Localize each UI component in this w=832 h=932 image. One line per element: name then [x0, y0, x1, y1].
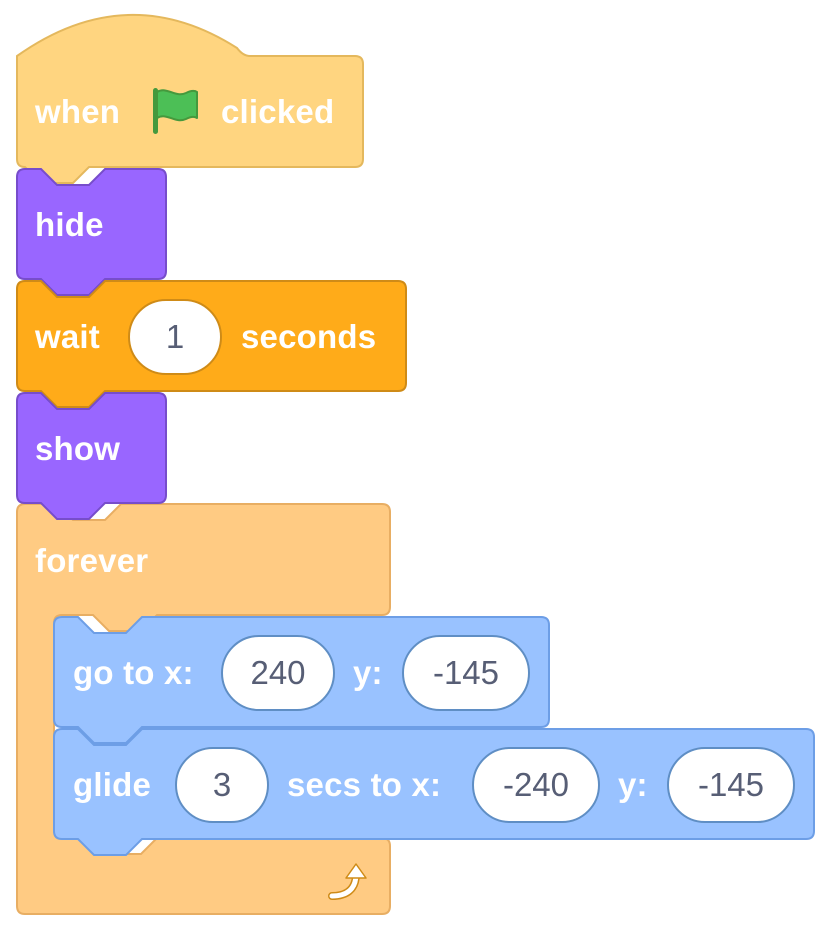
show-label: show: [35, 430, 121, 467]
glide-secs-input[interactable]: 3: [175, 747, 269, 823]
when-label: when: [35, 93, 121, 130]
secs-to-x-label: secs to x:: [287, 766, 442, 803]
glide-y-label: y:: [618, 766, 648, 803]
glide-y-input[interactable]: -145: [667, 747, 795, 823]
wait-seconds-input[interactable]: 1: [128, 299, 222, 375]
green-flag-icon: [153, 88, 198, 134]
forever-label: forever: [35, 542, 149, 579]
wait-label: wait: [35, 318, 100, 355]
hide-label: hide: [35, 206, 104, 243]
glide-x-input[interactable]: -240: [472, 747, 600, 823]
clicked-label: clicked: [221, 93, 335, 130]
go-to-x-label: go to x:: [73, 654, 194, 691]
glide-label: glide: [73, 766, 152, 803]
loop-arrow-icon: [328, 863, 367, 900]
go-to-y-label: y:: [353, 654, 383, 691]
seconds-label: seconds: [241, 318, 377, 355]
go-to-x-input[interactable]: 240: [221, 635, 335, 711]
go-to-y-input[interactable]: -145: [402, 635, 530, 711]
